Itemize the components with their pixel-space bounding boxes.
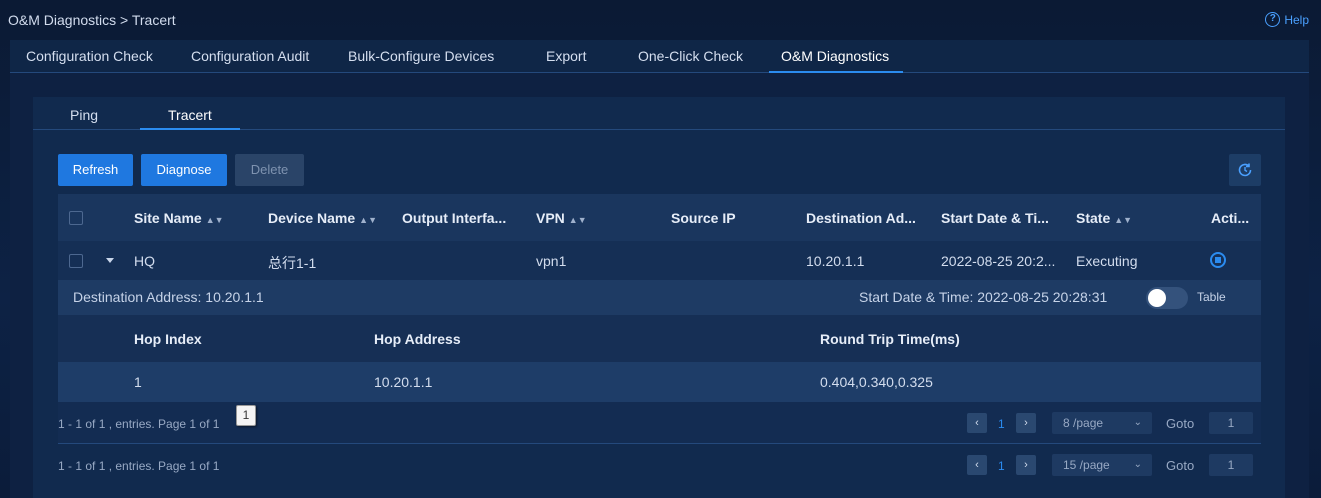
sort-icon: ▲▼ — [568, 215, 587, 225]
cell-state: Executing — [1076, 253, 1138, 269]
cell-vpn: vpn1 — [536, 253, 567, 269]
detail-start-time: Start Date & Time: 2022-08-25 20:28:31 — [859, 289, 1108, 305]
help-icon: ? — [1265, 12, 1281, 27]
page-size-value: 15 /page — [1063, 458, 1110, 472]
cell-device: 总行1-1 — [268, 255, 317, 271]
page-tooltip: 1 — [236, 405, 256, 426]
col-source-ip: Source IP — [671, 210, 736, 226]
outer-pagination: 1 - 1 of 1 , entries. Page 1 of 1 ‹ 1 › … — [58, 444, 1261, 486]
col-action: Acti... — [1211, 210, 1250, 226]
goto-input[interactable]: 1 — [1209, 412, 1253, 434]
next-page-button[interactable]: › — [1016, 455, 1036, 475]
col-device-name-label: Device Name — [268, 210, 356, 226]
select-all-checkbox[interactable] — [69, 211, 83, 225]
col-state-label: State — [1076, 210, 1111, 226]
sort-icon: ▲▼ — [359, 215, 377, 225]
page-size-select[interactable]: 8 /page ⌄ — [1052, 412, 1152, 434]
reload-icon — [1238, 163, 1252, 177]
expand-caret-icon[interactable] — [106, 258, 114, 263]
col-device-name[interactable]: Device Name ▲▼ — [268, 210, 377, 226]
page-size-select[interactable]: 15 /page ⌄ — [1052, 454, 1152, 476]
cell-rtt: 0.404,0.340,0.325 — [820, 374, 933, 390]
tab-bulk-configure-devices[interactable]: Bulk-Configure Devices — [348, 48, 494, 73]
tracert-table: Site Name ▲▼ Device Name ▲▼ Output Interfa… — [58, 194, 1261, 486]
col-hop-address: Hop Address — [374, 331, 461, 347]
col-output-interface: Output Interfa... — [402, 210, 507, 226]
tab-tracert[interactable]: Tracert — [140, 107, 240, 130]
detail-destination: Destination Address: 10.20.1.1 — [73, 289, 264, 305]
sub-tab-bar: Ping Tracert — [33, 97, 1285, 130]
delete-button[interactable]: Delete — [235, 154, 304, 186]
page-size-value: 8 /page — [1063, 416, 1104, 430]
diagnose-button[interactable]: Diagnose — [141, 154, 227, 186]
cell-hop-index: 1 — [134, 374, 142, 390]
help-label: Help — [1284, 12, 1309, 27]
goto-label: Goto — [1166, 458, 1195, 473]
help-link[interactable]: ? Help — [1265, 12, 1309, 27]
table-toggle-switch[interactable] — [1146, 287, 1188, 309]
row-checkbox[interactable] — [69, 254, 83, 268]
refresh-button[interactable]: Refresh — [58, 154, 133, 186]
prev-page-button[interactable]: ‹ — [967, 413, 987, 433]
cell-start-date: 2022-08-25 20:2... — [941, 253, 1056, 269]
hop-table-header: Hop Index Hop Address Round Trip Time(ms… — [58, 315, 1261, 362]
cell-hop-address: 10.20.1.1 — [374, 374, 433, 390]
col-vpn[interactable]: VPN ▲▼ — [536, 210, 587, 226]
col-vpn-label: VPN — [536, 210, 565, 226]
col-hop-index: Hop Index — [134, 331, 202, 347]
main-tab-bar: Configuration Check Configuration Audit … — [10, 40, 1309, 73]
tab-configuration-check[interactable]: Configuration Check — [26, 48, 153, 73]
current-page[interactable]: 1 — [998, 417, 1005, 431]
inner-pagination-info: 1 - 1 of 1 , entries. Page 1 of 1 — [58, 417, 220, 431]
prev-page-button[interactable]: ‹ — [967, 455, 987, 475]
current-page[interactable]: 1 — [998, 459, 1005, 473]
table-row[interactable]: HQ 总行1-1 vpn1 10.20.1.1 2022-08-25 20:2.… — [58, 241, 1261, 280]
table-header: Site Name ▲▼ Device Name ▲▼ Output Interfa… — [58, 194, 1261, 241]
goto-label: Goto — [1166, 416, 1195, 431]
cell-destination: 10.20.1.1 — [806, 253, 865, 269]
col-state[interactable]: State ▲▼ — [1076, 210, 1132, 226]
tab-one-click-check[interactable]: One-Click Check — [638, 48, 743, 73]
sort-icon: ▲▼ — [1114, 215, 1133, 225]
next-page-button[interactable]: › — [1016, 413, 1036, 433]
tab-ping[interactable]: Ping — [70, 107, 98, 130]
chevron-down-icon: ⌄ — [1133, 417, 1142, 428]
sort-icon: ▲▼ — [205, 215, 224, 225]
col-round-trip-time: Round Trip Time(ms) — [820, 331, 960, 347]
stop-icon[interactable] — [1210, 252, 1226, 268]
detail-header: Destination Address: 10.20.1.1 Start Dat… — [58, 280, 1261, 315]
reload-icon-button[interactable] — [1229, 154, 1261, 186]
col-start-date: Start Date & Ti... — [941, 210, 1049, 226]
col-site-name[interactable]: Site Name ▲▼ — [134, 210, 224, 226]
breadcrumb: O&M Diagnostics > Tracert — [8, 12, 176, 28]
goto-input[interactable]: 1 — [1209, 454, 1253, 476]
col-site-name-label: Site Name — [134, 210, 202, 226]
cell-site: HQ — [134, 253, 155, 269]
col-destination: Destination Ad... — [806, 210, 916, 226]
tab-configuration-audit[interactable]: Configuration Audit — [191, 48, 309, 73]
chevron-down-icon: ⌄ — [1133, 459, 1142, 470]
tab-om-diagnostics[interactable]: O&M Diagnostics — [768, 48, 904, 73]
tab-export[interactable]: Export — [546, 48, 586, 73]
outer-pagination-info: 1 - 1 of 1 , entries. Page 1 of 1 — [58, 459, 220, 473]
toggle-label: Table — [1197, 290, 1226, 304]
hop-row: 1 10.20.1.1 0.404,0.340,0.325 — [58, 362, 1261, 402]
